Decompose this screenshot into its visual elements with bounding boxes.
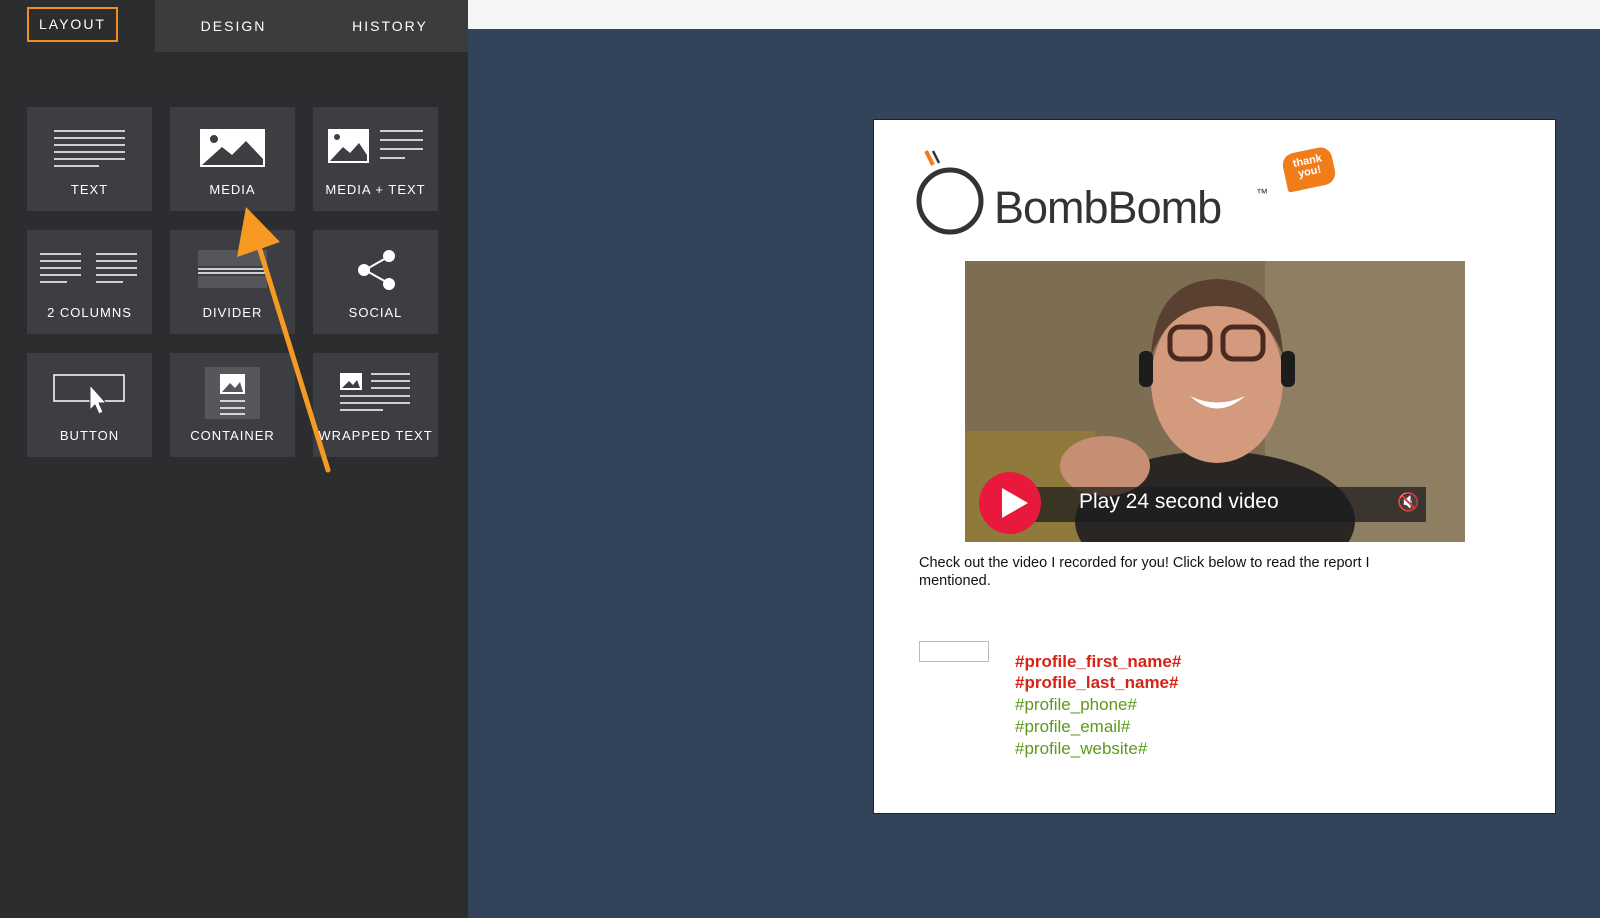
broken-image-placeholder — [919, 641, 989, 662]
logo-trademark: ™ — [1256, 186, 1268, 200]
block-wrapped-text-label: WRAPPED TEXT — [318, 428, 433, 443]
mute-icon[interactable]: 🔇 — [1397, 492, 1419, 513]
image-text-icon — [328, 129, 423, 163]
profile-last-name: #profile_last_name# — [1015, 673, 1179, 692]
profile-phone: #profile_phone# — [1015, 695, 1137, 714]
sidebar-panel: LAYOUT DESIGN HISTORY TEXT MEDIA MEDIA +… — [0, 0, 468, 918]
text-lines-icon — [54, 130, 125, 167]
divider-icon — [198, 250, 267, 288]
block-button-label: BUTTON — [59, 428, 120, 443]
two-columns-icon — [40, 253, 137, 283]
profile-website: #profile_website# — [1015, 739, 1148, 758]
profile-first-name: #profile_first_name# — [1015, 652, 1182, 671]
email-body-text: Check out the video I recorded for you! … — [919, 555, 1370, 589]
play-button[interactable] — [979, 472, 1041, 534]
button-cursor-icon — [53, 374, 125, 415]
sidebar-tabs: LAYOUT DESIGN HISTORY — [0, 0, 468, 52]
profile-email: #profile_email# — [1015, 717, 1131, 736]
image-icon — [200, 129, 265, 167]
video-thumbnail[interactable]: Play 24 second video 🔇 — [965, 261, 1465, 542]
tab-layout-label: LAYOUT — [27, 7, 118, 42]
block-media-label: MEDIA — [209, 182, 256, 197]
block-media-text-label: MEDIA + TEXT — [325, 182, 426, 197]
block-container-label: CONTAINER — [190, 428, 275, 443]
block-button[interactable]: BUTTON — [27, 353, 152, 457]
block-divider[interactable]: DIVIDER — [170, 230, 295, 334]
block-divider-label: DIVIDER — [202, 305, 263, 320]
tab-design[interactable]: DESIGN — [155, 0, 312, 52]
top-bar — [468, 0, 1600, 29]
block-social-label: SOCIAL — [348, 305, 403, 320]
block-2-columns-label: 2 COLUMNS — [47, 305, 132, 320]
tab-history[interactable]: HISTORY — [312, 0, 468, 52]
tab-layout[interactable]: LAYOUT — [0, 0, 155, 52]
block-media-text[interactable]: MEDIA + TEXT — [313, 107, 438, 211]
logo-wordmark: BombBomb — [994, 182, 1222, 233]
email-preview: BombBomb ™ thank you! Play 24 second vid… — [873, 119, 1556, 814]
block-text[interactable]: TEXT — [27, 107, 152, 211]
thank-you-badge: thank you! — [1280, 145, 1338, 193]
wrapped-text-icon — [340, 373, 410, 411]
block-wrapped-text[interactable]: WRAPPED TEXT — [313, 353, 438, 457]
play-video-label: Play 24 second video — [1079, 490, 1279, 513]
block-social[interactable]: SOCIAL — [313, 230, 438, 334]
container-icon — [205, 367, 260, 419]
block-text-label: TEXT — [70, 182, 109, 197]
block-2-columns[interactable]: 2 COLUMNS — [27, 230, 152, 334]
block-container[interactable]: CONTAINER — [170, 353, 295, 457]
share-icon — [358, 250, 395, 290]
block-media[interactable]: MEDIA — [170, 107, 295, 211]
